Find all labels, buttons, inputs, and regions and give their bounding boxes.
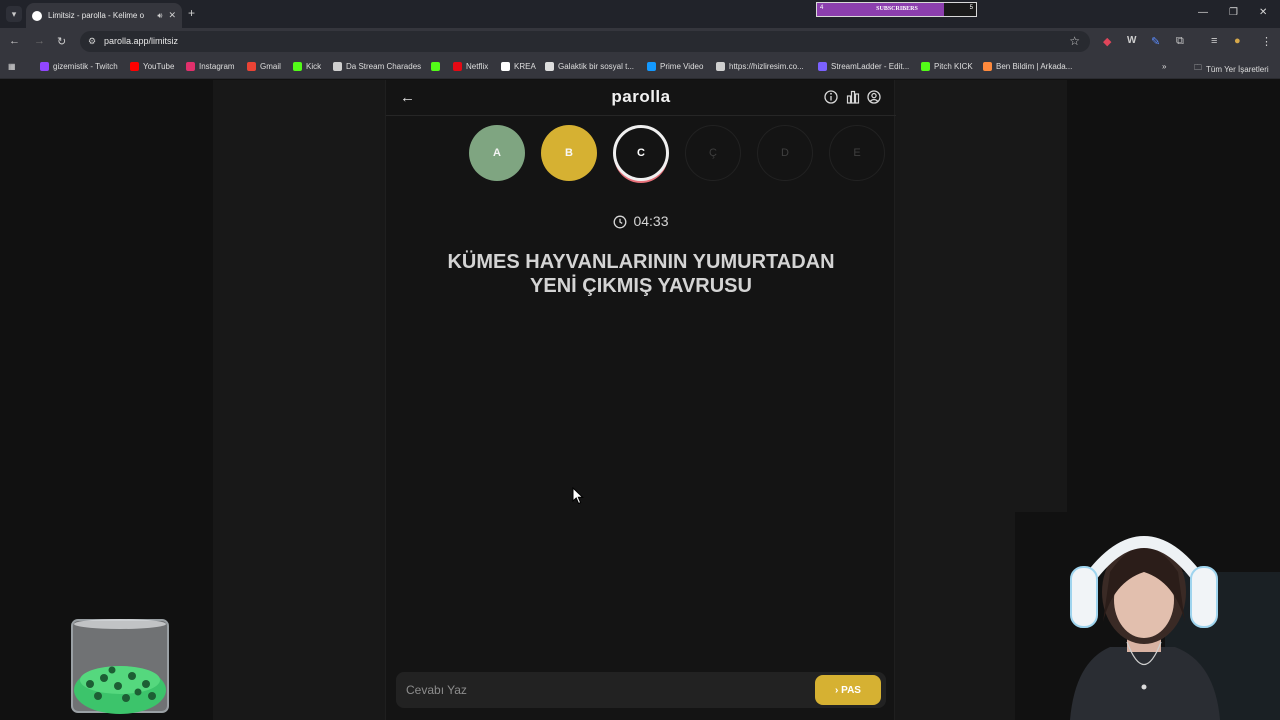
bookmark-item[interactable]: KREA bbox=[501, 62, 536, 71]
charades-icon bbox=[333, 62, 342, 71]
bookmark-item[interactable]: Netflix bbox=[453, 62, 488, 71]
user-profile-icon[interactable] bbox=[867, 90, 881, 104]
bookmark-item[interactable]: https://hizliresim.co... bbox=[716, 62, 804, 71]
benbildim-icon bbox=[983, 62, 992, 71]
game-container: ← parolla A B C Ç D E 04:33 KÜMES HAYVAN… bbox=[385, 80, 896, 720]
gmail-icon bbox=[247, 62, 256, 71]
instagram-icon bbox=[186, 62, 195, 71]
reading-list-icon[interactable]: ≡ bbox=[1211, 35, 1217, 47]
twitch-icon bbox=[40, 62, 49, 71]
tab-bar: ▾ Limitsiz - parolla - Kelime o 🔊︎ ✕ + 4… bbox=[0, 0, 1280, 28]
game-header: ← parolla bbox=[386, 80, 896, 116]
kick-icon bbox=[921, 62, 930, 71]
pass-button-label: PAS bbox=[841, 684, 861, 696]
netflix-icon bbox=[453, 62, 462, 71]
site-info-icon[interactable]: ⚙ bbox=[88, 36, 96, 47]
window-close-icon[interactable]: ✕ bbox=[1259, 7, 1267, 18]
apps-grid-icon[interactable]: ▦ bbox=[8, 62, 16, 71]
bookmark-item[interactable]: StreamLadder - Edit... bbox=[818, 62, 909, 71]
bookmark-item[interactable]: Prime Video bbox=[647, 62, 703, 71]
bookmark-item[interactable]: Galaktik bir sosyal t... bbox=[545, 62, 634, 71]
bookmark-item[interactable]: Kick bbox=[293, 62, 321, 71]
restore-icon[interactable]: ❐ bbox=[1229, 7, 1238, 18]
letter-c-current: C bbox=[613, 125, 669, 181]
bookmark-item[interactable] bbox=[431, 62, 444, 71]
bookmark-item[interactable]: Gmail bbox=[247, 62, 281, 71]
tab-search-button[interactable]: ▾ bbox=[6, 6, 22, 22]
stats-icon[interactable] bbox=[846, 90, 860, 104]
chevron-right-icon: › bbox=[835, 684, 839, 696]
question-text: KÜMES HAYVANLARININ YUMURTADAN YENİ ÇIKM… bbox=[416, 250, 866, 298]
parolla-favicon-icon bbox=[32, 10, 42, 21]
prime-video-icon bbox=[647, 62, 656, 71]
timer-value: 04:33 bbox=[633, 213, 669, 229]
subscriber-goal: 5 bbox=[969, 5, 973, 11]
tab-title: Limitsiz - parolla - Kelime o bbox=[48, 11, 145, 20]
zk-icon bbox=[545, 62, 554, 71]
close-icon[interactable]: ✕ bbox=[168, 10, 176, 21]
url-text[interactable]: parolla.app/limitsiz bbox=[104, 36, 178, 46]
question-line: KÜMES HAYVANLARININ YUMURTADAN bbox=[447, 251, 835, 273]
back-icon[interactable]: ← bbox=[9, 35, 20, 47]
kick-icon bbox=[293, 62, 302, 71]
bookmark-star-icon[interactable]: ☆ bbox=[1069, 34, 1080, 48]
bookmark-item[interactable]: gizemistik - Twitch bbox=[40, 62, 118, 71]
subscriber-label: SUBSCRIBERS bbox=[876, 6, 918, 12]
kick-icon bbox=[431, 62, 440, 71]
mouse-cursor-icon bbox=[572, 487, 584, 505]
letter-a-correct: A bbox=[469, 125, 525, 181]
forward-icon[interactable]: → bbox=[34, 35, 45, 47]
minimize-icon[interactable]: — bbox=[1198, 7, 1208, 18]
all-bookmarks[interactable]: 🗀 Tüm Yer İşaretleri bbox=[1194, 62, 1269, 76]
answer-input[interactable] bbox=[396, 672, 806, 708]
bookmark-item[interactable]: Instagram bbox=[186, 62, 235, 71]
bookmark-item[interactable]: YouTube bbox=[130, 62, 174, 71]
subscriber-goal-widget: 4 SUBSCRIBERS 5 bbox=[816, 2, 977, 17]
bookmarks-bar: ▦ gizemistik - Twitch YouTube Instagram … bbox=[0, 55, 1280, 79]
reload-icon[interactable]: ↻ bbox=[57, 35, 66, 48]
page-title: parolla bbox=[611, 87, 671, 106]
menu-kebab-icon[interactable]: ⋮ bbox=[1261, 35, 1272, 48]
extension-icon[interactable]: ◆ bbox=[1103, 35, 1111, 48]
letter-b-passed: B bbox=[541, 125, 597, 181]
hizliresim-icon bbox=[716, 62, 725, 71]
active-tab[interactable]: Limitsiz - parolla - Kelime o 🔊︎ ✕ bbox=[26, 3, 182, 28]
bookmark-item[interactable]: Ben Bildim | Arkada... bbox=[983, 62, 1072, 71]
question-line: YENİ ÇIKMIŞ YAVRUSU bbox=[530, 275, 752, 297]
krea-icon bbox=[501, 62, 510, 71]
clock-icon bbox=[614, 215, 627, 229]
folder-icon: 🗀 bbox=[1194, 63, 1202, 72]
letter-e-pending: E bbox=[829, 125, 885, 181]
bookmark-item[interactable]: Da Stream Charades bbox=[333, 62, 421, 71]
speaker-icon[interactable]: 🔊︎ bbox=[157, 11, 162, 21]
streamladder-icon bbox=[818, 62, 827, 71]
letter-d-pending: D bbox=[757, 125, 813, 181]
pass-button[interactable]: › PAS bbox=[815, 675, 881, 705]
answer-form: › PAS bbox=[396, 672, 886, 708]
extension-w-icon[interactable]: W bbox=[1127, 35, 1136, 46]
bookmark-item[interactable]: Pitch KICK bbox=[921, 62, 973, 71]
profile-avatar-icon[interactable]: ● bbox=[1234, 35, 1241, 47]
plus-icon[interactable]: + bbox=[188, 6, 195, 20]
youtube-icon bbox=[130, 62, 139, 71]
webcam-overlay bbox=[1015, 512, 1280, 720]
browser-toolbar: ← → ↻ ⚙ parolla.app/limitsiz ☆ ◆ W ✎ ⧉ ≡… bbox=[0, 28, 1280, 55]
game-timer: 04:33 bbox=[386, 213, 896, 229]
letter-c-cedilla-pending: Ç bbox=[685, 125, 741, 181]
info-icon[interactable] bbox=[824, 90, 838, 104]
extensions-puzzle-icon[interactable]: ⧉ bbox=[1176, 35, 1184, 48]
address-bar[interactable]: ⚙ parolla.app/limitsiz ☆ bbox=[80, 31, 1090, 52]
chevron-right-icon[interactable]: » bbox=[1162, 62, 1166, 71]
extension-icon[interactable]: ✎ bbox=[1151, 35, 1160, 48]
jar-overlay-icon bbox=[71, 619, 169, 714]
